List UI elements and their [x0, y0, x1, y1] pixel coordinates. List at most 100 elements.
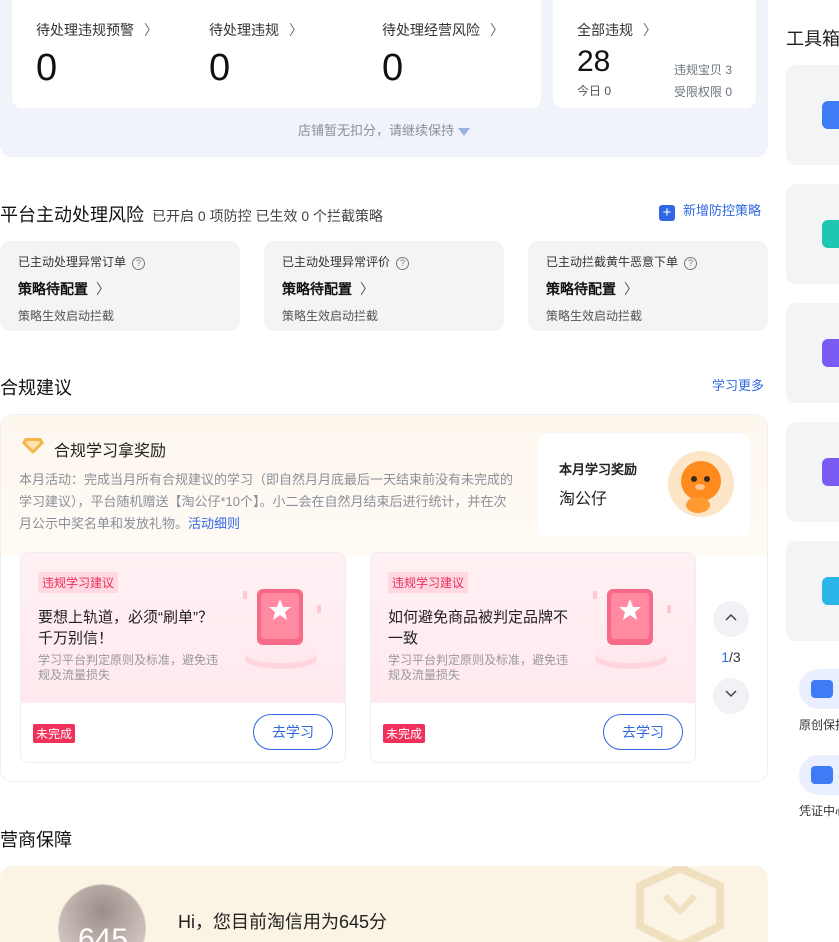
compliance-panel: 合规学习拿奖励 本月活动：完成当月所有合规建议的学习（即自然月月底最后一天结束前…: [0, 414, 768, 782]
credit-greeting: Hi，您目前淘信用为645分: [178, 912, 388, 932]
risk-card-status: 策略待配置: [18, 281, 88, 297]
credit-score-circle: 645: [58, 884, 146, 942]
learn-card-desc: 学习平台判定原则及标准，避免违规及流量损失: [38, 653, 219, 682]
chevron-right-icon: 〉: [144, 22, 158, 38]
risk-title: 平台主动处理风险: [0, 205, 144, 225]
add-strategy-link[interactable]: + 新增防控策略: [659, 200, 761, 221]
diamond-icon: [22, 438, 44, 454]
risk-card-note: 策略生效启动拦截: [282, 309, 379, 323]
shield-watermark-icon: [636, 866, 724, 942]
learn-card-desc: 学习平台判定原则及标准，避免违规及流量损失: [388, 653, 569, 682]
learn-card-title: 要想上轨道，必须“刷单”？千万别信！: [38, 609, 213, 647]
stat-value: 0: [382, 47, 404, 89]
tool-card-shield[interactable]: [786, 65, 839, 165]
tool-card-house[interactable]: [786, 422, 839, 522]
all-violations-count: 28: [577, 45, 611, 78]
reward-description: 本月活动：完成当月所有合规建议的学习（即自然月月底最后一天结束前没有未完成的学习…: [19, 472, 514, 531]
risk-subtitle: 已开启 0 项防控 已生效 0 个拦截策略: [152, 208, 384, 224]
question-icon[interactable]: ?: [396, 257, 410, 270]
stat-label: 待处理经营风险: [382, 22, 480, 38]
chevron-right-icon: 〉: [289, 22, 303, 38]
guarantee-title: 营商保障: [0, 830, 72, 850]
toolbox-title: 工具箱: [786, 29, 839, 49]
all-violations-label: 全部违规: [577, 22, 633, 38]
credit-banner: 645 Hi，您目前淘信用为645分: [0, 866, 768, 942]
video-icon: [822, 339, 839, 367]
violation-panel: 待处理违规预警〉 0 待处理违规〉 0 待处理经营风险〉 0 全部违规〉 28 …: [0, 0, 768, 157]
book-icon: [243, 589, 321, 669]
stat-label: 待处理违规预警: [36, 22, 134, 38]
risk-section-header: 平台主动处理风险 已开启 0 项防控 已生效 0 个拦截策略: [0, 201, 383, 227]
score-note[interactable]: 店铺暂无扣分，请继续保持: [0, 120, 768, 139]
status-badge: 未完成: [383, 724, 426, 743]
pager-down-button[interactable]: [713, 678, 749, 714]
stat-value: 0: [209, 47, 231, 89]
caret-down-icon: [458, 127, 470, 136]
code-icon: [822, 220, 839, 248]
reward-banner: 合规学习拿奖励 本月活动：完成当月所有合规建议的学习（即自然月月底最后一天结束前…: [1, 415, 767, 555]
stat-pending-risk[interactable]: 待处理经营风险〉 0: [382, 20, 504, 88]
risk-card-title: 已主动拦截黄牛恶意下单: [546, 255, 679, 269]
risk-card-status: 策略待配置: [546, 281, 616, 297]
house-icon: [822, 458, 839, 486]
question-icon[interactable]: ?: [132, 257, 146, 270]
risk-card-title: 已主动处理异常订单: [18, 255, 127, 269]
risk-card-reviews[interactable]: 已主动处理异常评价? 策略待配置〉 策略生效启动拦截: [264, 241, 504, 331]
question-icon[interactable]: ?: [684, 257, 698, 270]
score-note-text: 店铺暂无扣分，请继续保持: [297, 123, 454, 138]
credit-score: 645: [77, 923, 129, 942]
ticket-icon: [811, 766, 833, 784]
monthly-reward-value: 淘公仔: [559, 491, 608, 508]
risk-card-status: 策略待配置: [282, 281, 352, 297]
book-icon: [593, 589, 671, 669]
risk-card-title: 已主动处理异常评价: [282, 255, 391, 269]
chevron-right-icon: 〉: [96, 281, 110, 297]
diamond-icon: [822, 577, 839, 605]
go-learn-button[interactable]: 去学习: [253, 714, 333, 750]
tool-card-code[interactable]: [786, 184, 839, 284]
tool-voucher-center[interactable]: 凭证中心: [799, 755, 839, 819]
tool-label: 凭证中心: [799, 804, 839, 818]
all-violations-card[interactable]: 全部违规〉 28 今日 0 违规宝贝 3 受限权限 0: [553, 0, 756, 108]
stat-value: 0: [36, 47, 58, 89]
risk-card-note: 策略生效启动拦截: [546, 309, 643, 323]
pager-total: /3: [729, 649, 741, 665]
monthly-reward-label: 本月学习奖励: [559, 462, 638, 477]
stat-label: 待处理违规: [209, 22, 279, 38]
violation-tag: 违规学习建议: [388, 572, 469, 593]
violation-stats: 待处理违规预警〉 0 待处理违规〉 0 待处理经营风险〉 0: [12, 0, 541, 108]
monthly-reward-card: 本月学习奖励 淘公仔: [538, 433, 750, 537]
chevron-up-icon: [725, 613, 737, 621]
violation-items-count: 违规宝贝 3: [673, 63, 732, 77]
chevron-right-icon: 〉: [360, 281, 374, 297]
stat-pending-violation[interactable]: 待处理违规〉 0: [209, 20, 303, 88]
chevron-right-icon: 〉: [490, 22, 504, 38]
status-badge: 未完成: [33, 724, 76, 743]
learn-card-title: 如何避免商品被判定品牌不一致: [388, 609, 569, 647]
stat-pending-warning[interactable]: 待处理违规预警〉 0: [36, 20, 158, 88]
tool-card-video[interactable]: [786, 303, 839, 403]
learn-more-link[interactable]: 学习更多: [712, 375, 764, 394]
plus-icon: +: [659, 205, 675, 221]
chevron-right-icon: 〉: [643, 22, 657, 38]
compliance-title: 合规建议: [0, 378, 72, 398]
mascot-image: [668, 451, 734, 517]
learn-card: 违规学习建议 要想上轨道，必须“刷单”？千万别信！ 学习平台判定原则及标准，避免…: [20, 552, 346, 763]
go-learn-button[interactable]: 去学习: [603, 714, 683, 750]
risk-card-note: 策略生效启动拦截: [18, 309, 115, 323]
tool-card-diamond[interactable]: [786, 541, 839, 641]
risk-card-orders[interactable]: 已主动处理异常订单? 策略待配置〉 策略生效启动拦截: [0, 241, 240, 331]
pager-current: 1: [721, 649, 730, 665]
tool-original-protection[interactable]: 原创保护: [799, 669, 839, 733]
restricted-permissions-count: 受限权限 0: [673, 85, 732, 99]
tool-label: 原创保护: [799, 718, 839, 732]
risk-card-scalpers[interactable]: 已主动拦截黄牛恶意下单? 策略待配置〉 策略生效启动拦截: [528, 241, 768, 331]
rules-link[interactable]: 活动细则: [188, 516, 240, 531]
chevron-right-icon: 〉: [624, 281, 638, 297]
add-strategy-label: 新增防控策略: [683, 203, 762, 218]
pager-up-button[interactable]: [713, 601, 749, 637]
reward-title: 合规学习拿奖励: [54, 443, 167, 460]
shield-icon: [822, 101, 839, 129]
page: 待处理违规预警〉 0 待处理违规〉 0 待处理经营风险〉 0 全部违规〉 28 …: [0, 0, 839, 942]
pen-icon: [811, 680, 833, 698]
